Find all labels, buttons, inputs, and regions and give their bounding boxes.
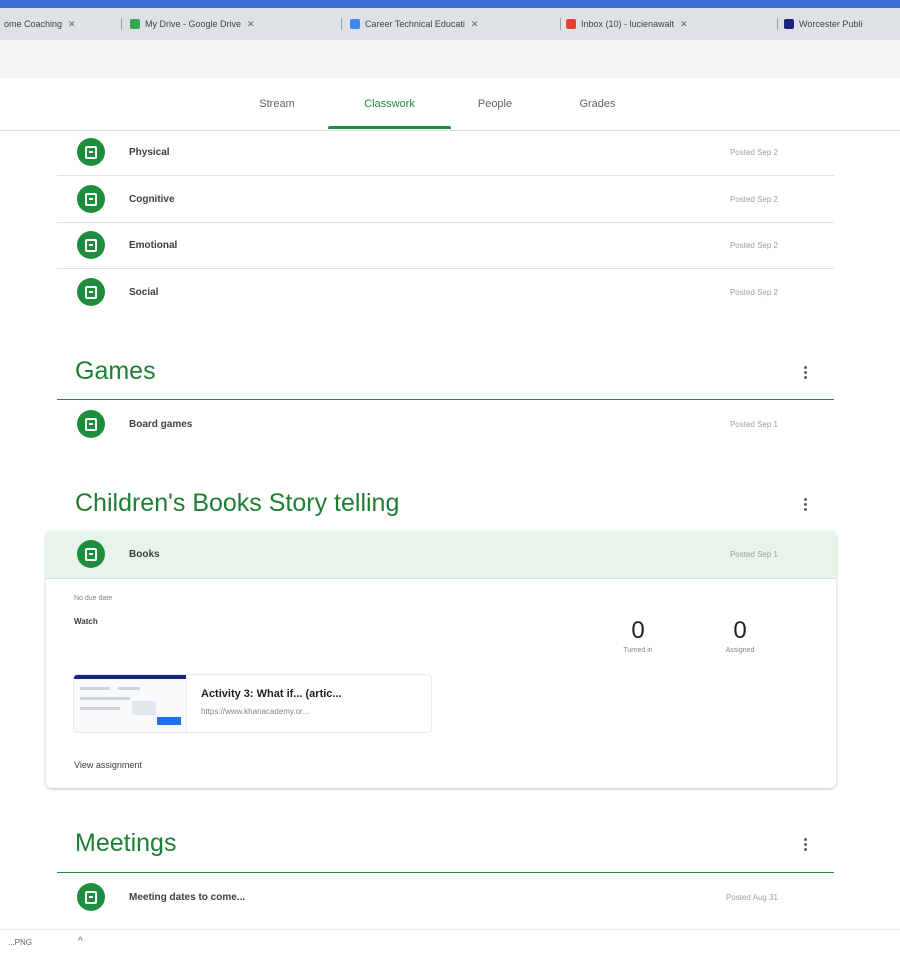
tab-people[interactable]: People: [460, 88, 530, 120]
more-vert-icon[interactable]: [804, 838, 808, 851]
list-item[interactable]: Emotional Posted Sep 2: [57, 222, 834, 268]
item-date: Posted Sep 2: [729, 147, 778, 157]
list-item[interactable]: Board games Posted Sep 1: [57, 401, 834, 447]
item-title: Social: [129, 286, 159, 298]
section-divider: [57, 399, 834, 400]
item-date: Posted Sep 2: [729, 240, 778, 250]
close-icon[interactable]: ✕: [247, 19, 255, 30]
browser-tab-3[interactable]: Inbox (10) - lucienawalt ✕: [566, 14, 771, 34]
tab-label: Career Technical Educati: [365, 19, 465, 29]
material-icon: [77, 410, 105, 438]
browser-tab-2[interactable]: Career Technical Educati ✕: [350, 14, 555, 34]
item-title: Physical: [129, 146, 170, 158]
instructions-text: Watch: [74, 617, 98, 626]
assignment-icon: [77, 185, 105, 213]
item-date: Posted Sep 1: [729, 549, 778, 559]
close-icon[interactable]: ✕: [680, 19, 688, 30]
list-item-expanded[interactable]: Books Posted Sep 1: [46, 531, 836, 579]
section-title: Meetings: [75, 829, 177, 857]
tab-label: ome Coaching: [4, 19, 63, 29]
list-item[interactable]: Cognitive Posted Sep 2: [57, 176, 834, 222]
close-icon[interactable]: ✕: [68, 19, 76, 30]
item-date: Posted Sep 1: [729, 419, 778, 429]
gmail-icon: [566, 19, 576, 29]
assignment-icon: [77, 231, 105, 259]
item-date: Posted Sep 2: [729, 194, 778, 204]
assignment-icon: [77, 278, 105, 306]
tab-grades[interactable]: Grades: [560, 88, 635, 120]
tab-separator: [560, 18, 561, 30]
assignment-icon: [77, 540, 105, 568]
browser-tab-strip: ome Coaching ✕ My Drive - Google Drive ✕ C…: [0, 0, 900, 40]
turned-in-stat[interactable]: 0 Turned in: [608, 617, 668, 654]
assigned-label: Assigned: [725, 647, 755, 654]
download-bar: ...PNG ^: [0, 929, 900, 960]
turned-in-label: Turned in: [623, 647, 653, 654]
item-title: Meeting dates to come...: [129, 891, 246, 903]
attachment-url: https://www.khanacademy.or...: [201, 707, 309, 716]
close-icon[interactable]: ✕: [471, 19, 479, 30]
item-title: Emotional: [129, 239, 178, 251]
tab-label: My Drive - Google Drive: [145, 19, 242, 29]
attachment-title: Activity 3: What if... (artic...: [201, 688, 342, 700]
download-filename[interactable]: ...PNG: [8, 938, 32, 947]
tab-classwork[interactable]: Classwork: [328, 88, 451, 120]
drive-icon: [130, 19, 140, 29]
view-assignment-link[interactable]: View assignment: [74, 760, 142, 770]
tab-label: Inbox (10) - lucienawalt: [581, 19, 675, 29]
tab-label: Worcester Publi: [799, 19, 863, 29]
list-item[interactable]: Books Posted Sep 1: [57, 531, 834, 577]
tab-stream[interactable]: Stream: [240, 88, 314, 120]
item-date: Posted Aug 31: [725, 892, 778, 902]
attachment-card[interactable]: Activity 3: What if... (artic... https:/…: [73, 674, 432, 733]
browser-tab-0[interactable]: ome Coaching ✕: [4, 14, 114, 34]
address-bar-area: [0, 40, 900, 78]
assignment-icon: [77, 138, 105, 166]
tab-separator: [341, 18, 342, 30]
chevron-up-icon[interactable]: ^: [78, 936, 83, 947]
due-date-text: No due date: [74, 595, 113, 602]
item-date: Posted Sep 2: [729, 287, 778, 297]
assigned-count: 0: [733, 617, 747, 644]
list-item[interactable]: Social Posted Sep 2: [57, 269, 834, 315]
tab-separator: [121, 18, 122, 30]
docs-icon: [350, 19, 360, 29]
tab-separator: [777, 18, 778, 30]
section-title: Children's Books Story telling: [75, 489, 400, 517]
section-divider: [57, 872, 834, 873]
more-vert-icon[interactable]: [804, 366, 808, 379]
item-title: Books: [129, 548, 160, 560]
classroom-nav: Stream Classwork People Grades: [0, 78, 900, 131]
assigned-stat[interactable]: 0 Assigned: [710, 617, 770, 654]
section-title: Games: [75, 357, 156, 385]
list-item[interactable]: Physical Posted Sep 2: [57, 129, 834, 175]
item-title: Board games: [129, 418, 193, 430]
browser-tab-1[interactable]: My Drive - Google Drive ✕: [130, 14, 335, 34]
more-vert-icon[interactable]: [804, 498, 808, 511]
list-item[interactable]: Meeting dates to come... Posted Aug 31: [57, 874, 834, 920]
browser-tab-4[interactable]: Worcester Publi: [784, 14, 900, 34]
assignment-icon: [77, 883, 105, 911]
tab-strip-accent: [0, 0, 900, 8]
turned-in-count: 0: [631, 617, 645, 644]
item-title: Cognitive: [129, 193, 175, 205]
site-icon: [784, 19, 794, 29]
attachment-thumbnail: [74, 675, 187, 732]
expanded-assignment-card: Books Posted Sep 1 No due date Watch 0 T…: [46, 531, 836, 788]
